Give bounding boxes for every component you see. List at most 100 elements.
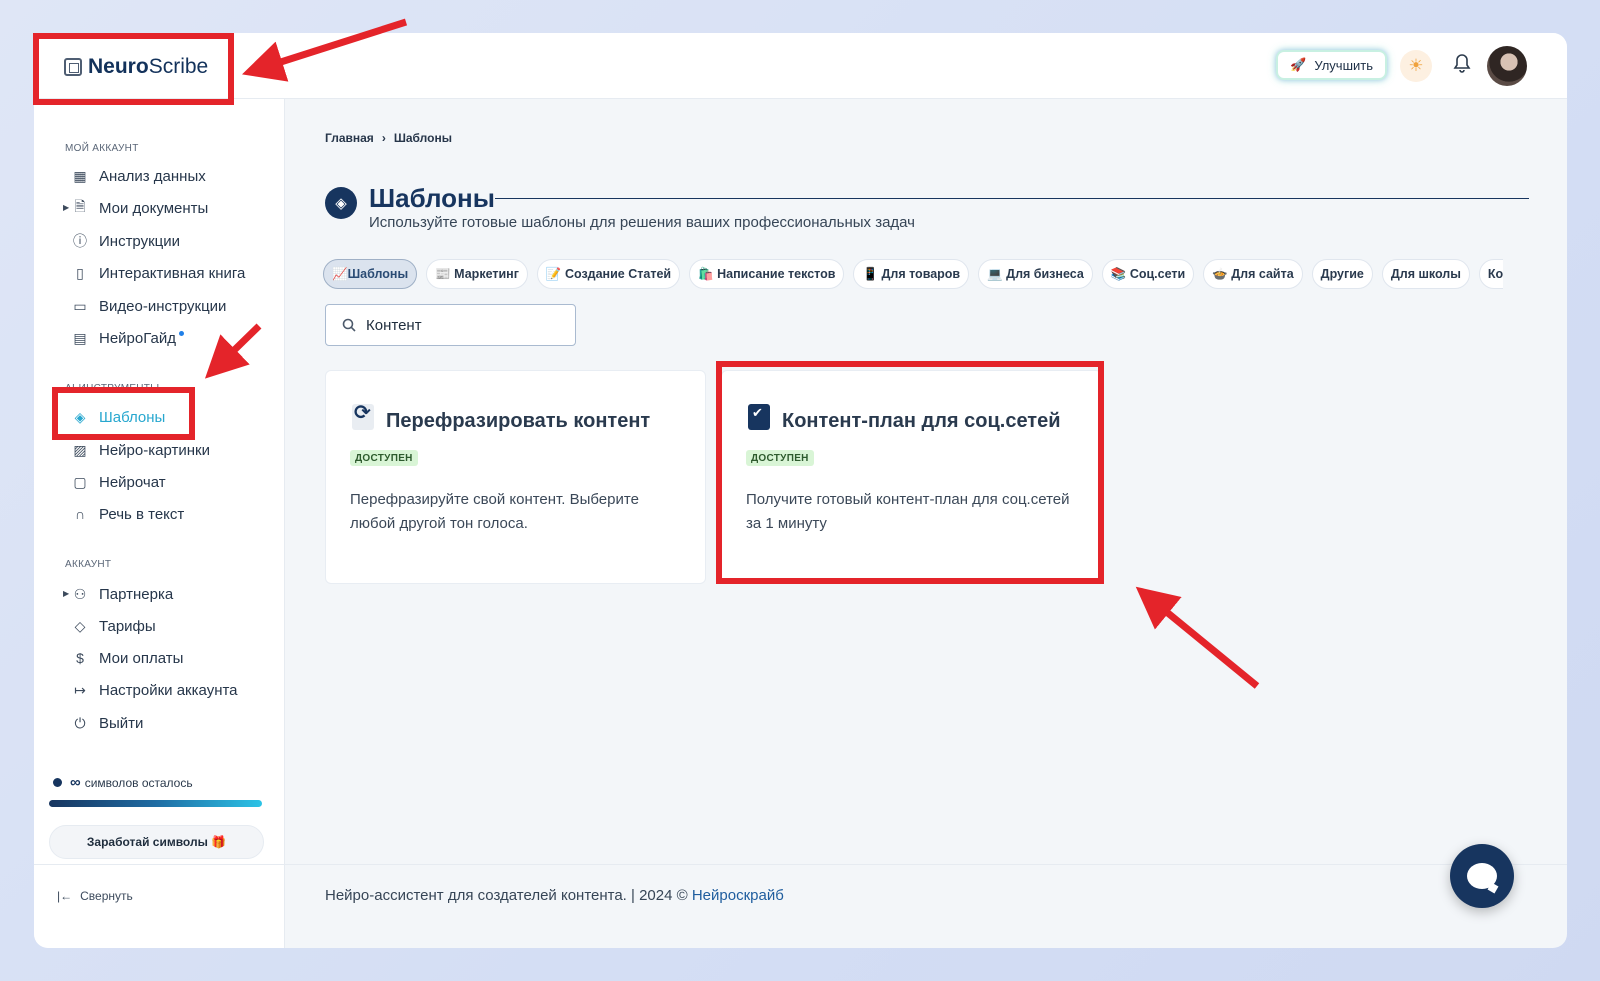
sidebar-divider xyxy=(34,864,284,865)
card-title: Перефразировать контент xyxy=(386,410,651,432)
dollar-icon: $ xyxy=(76,650,84,666)
expand-caret-icon[interactable]: ▶ xyxy=(63,203,69,212)
support-chat-button[interactable] xyxy=(1450,844,1514,908)
notifications-button[interactable] xyxy=(1453,53,1471,78)
sidebar-item-interactive-book[interactable]: ▯ Интерактивная книга xyxy=(72,262,245,284)
search-input[interactable] xyxy=(366,316,546,334)
template-card-content-plan[interactable]: ✔ Контент-план для соц.сетей ДОСТУПЕН По… xyxy=(721,370,1102,584)
chip-school[interactable]: Для школы xyxy=(1381,259,1470,289)
chip-other[interactable]: Другие xyxy=(1311,259,1373,289)
chip-templates[interactable]: 📈Шаблоны xyxy=(323,259,418,289)
chip-marketing[interactable]: 📰 Маркетинг xyxy=(426,259,528,289)
sidebar-item-video[interactable]: ▭ Видео-инструкции xyxy=(72,295,226,317)
card-title: Контент-план для соц.сетей xyxy=(782,410,1061,432)
sidebar-item-label: Интерактивная книга xyxy=(99,264,246,282)
page-subtitle: Используйте готовые шаблоны для решения … xyxy=(369,214,915,231)
chip-writing[interactable]: 🛍️ Написание текстов xyxy=(689,259,845,289)
upgrade-label: Улучшить xyxy=(1314,57,1373,73)
breadcrumb: Главная › Шаблоны xyxy=(325,131,452,145)
logo-icon xyxy=(64,58,82,76)
breadcrumb-separator-icon: › xyxy=(381,131,386,145)
sidebar: МОЙ АККАУНТ ▦ Анализ данных ▶ 🗎 Мои доку… xyxy=(34,99,285,948)
main-content: Главная › Шаблоны ◈ Шаблоны Используйте … xyxy=(285,99,1567,948)
sidebar-item-analytics[interactable]: ▦ Анализ данных xyxy=(72,165,205,187)
footer-divider xyxy=(285,864,1567,865)
logout-icon: ↦ xyxy=(74,681,86,698)
section-account: АККАУНТ xyxy=(65,559,112,570)
sidebar-item-label: Тарифы xyxy=(99,617,156,635)
sidebar-item-label: Партнерка xyxy=(99,585,174,603)
sidebar-item-payments[interactable]: $ Мои оплаты xyxy=(72,647,183,669)
theme-toggle-button[interactable]: ☀ xyxy=(1400,50,1432,82)
headphones-icon: ∩ xyxy=(74,506,86,522)
section-my-account: МОЙ АККАУНТ xyxy=(65,143,139,154)
refresh-icon: ⟳ xyxy=(352,402,374,430)
sun-icon: ☀ xyxy=(1408,56,1424,75)
video-icon: ▭ xyxy=(73,297,87,314)
tag-icon: ◇ xyxy=(74,617,86,634)
search-icon xyxy=(342,318,356,332)
logo-text-rest: Scribe xyxy=(148,55,209,78)
expand-caret-icon[interactable]: ▶ xyxy=(63,589,69,598)
sidebar-item-documents[interactable]: 🗎 Мои документы xyxy=(72,197,208,219)
checkbox-icon: ✔ xyxy=(748,404,770,430)
sidebar-item-label: Видео-инструкции xyxy=(99,297,227,315)
sidebar-item-label: Нейрочат xyxy=(99,473,166,491)
sidebar-item-logout[interactable]: ⏻ Выйти xyxy=(72,712,143,734)
template-card-paraphrase[interactable]: ⟳ Перефразировать контент ДОСТУПЕН Переф… xyxy=(325,370,706,584)
sidebar-item-partners[interactable]: ⚇ Партнерка xyxy=(72,583,174,605)
sidebar-item-label: Шаблоны xyxy=(99,408,166,426)
breadcrumb-current: Шаблоны xyxy=(393,131,452,145)
chip-copy[interactable]: Копи xyxy=(1478,259,1503,289)
footer-link[interactable]: Нейроскрайб xyxy=(692,887,784,904)
sidebar-item-neurochat[interactable]: ▢ Нейрочат xyxy=(72,471,166,493)
collapse-sidebar-button[interactable]: |← Свернуть xyxy=(57,889,133,903)
chip-business[interactable]: 💻 Для бизнеса xyxy=(978,259,1093,289)
infinity-symbol: ∞ xyxy=(70,774,81,791)
chip-website[interactable]: 🍲 Для сайта xyxy=(1203,259,1303,289)
sidebar-item-label: Речь в текст xyxy=(99,505,185,523)
chip-products[interactable]: 📱 Для товаров xyxy=(853,259,970,289)
sidebar-item-tariffs[interactable]: ◇ Тарифы xyxy=(72,615,156,637)
sidebar-item-neuro-images[interactable]: ▨ Нейро-картинки xyxy=(72,439,210,461)
sidebar-item-account-settings[interactable]: ↦ Настройки аккаунта xyxy=(72,679,237,701)
app-window: NeuroScribe 🚀 Улучшить ☀ МОЙ АККАУНТ ▦ А… xyxy=(34,33,1567,948)
footer-text: Нейро-ассистент для создателей контента.… xyxy=(325,887,692,904)
title-divider xyxy=(495,198,1529,199)
rocket-icon: 🚀 xyxy=(1290,57,1307,72)
sidebar-item-label: Мои оплаты xyxy=(99,649,184,667)
earn-credits-button[interactable]: Заработай символы 🎁 xyxy=(49,825,264,859)
top-bar: NeuroScribe 🚀 Улучшить ☀ xyxy=(34,33,1567,99)
sidebar-item-instructions[interactable]: ⓘ Инструкции xyxy=(72,230,180,252)
logo[interactable]: NeuroScribe xyxy=(64,55,208,79)
new-dot-badge xyxy=(179,330,184,336)
section-ai-tools: AI-ИНСТРУМЕНТЫ xyxy=(65,383,160,394)
credits-text: символов осталось xyxy=(84,775,193,790)
power-icon: ⏻ xyxy=(74,714,86,731)
sidebar-item-templates[interactable]: ◈ Шаблоны xyxy=(72,406,166,428)
sidebar-item-label: Мои документы xyxy=(99,199,209,217)
chip-social[interactable]: 📚 Соц.сети xyxy=(1101,259,1195,289)
sidebar-item-neuroguide[interactable]: ▤ НейроГайд xyxy=(72,327,184,349)
layers-icon: ◈ xyxy=(325,187,357,219)
sidebar-item-label: НейроГайд xyxy=(99,329,176,347)
chip-articles[interactable]: 📝 Создание Статей xyxy=(536,259,681,289)
guide-icon: ▤ xyxy=(73,329,87,346)
sidebar-item-speech-to-text[interactable]: ∩ Речь в текст xyxy=(72,503,184,525)
bell-icon xyxy=(1453,54,1471,73)
category-chips: 📈Шаблоны 📰 Маркетинг 📝 Создание Статей 🛍… xyxy=(323,259,1503,291)
document-icon: 🗎 xyxy=(74,198,86,214)
sidebar-item-label: Нейро-картинки xyxy=(99,441,210,459)
breadcrumb-home[interactable]: Главная xyxy=(325,131,374,145)
page-title: Шаблоны xyxy=(369,183,495,213)
help-icon: ⓘ xyxy=(73,233,87,249)
upgrade-button[interactable]: 🚀 Улучшить xyxy=(1276,50,1387,80)
credits-status: ∞ символов осталось xyxy=(53,774,193,791)
user-avatar[interactable] xyxy=(1487,46,1527,86)
search-box xyxy=(325,304,576,346)
image-icon: ▨ xyxy=(73,441,87,458)
credits-progress-bar xyxy=(49,800,262,807)
logo-text-bold: Neuro xyxy=(88,55,149,78)
collapse-icon: |← xyxy=(57,889,73,903)
layers-icon: ◈ xyxy=(74,408,86,425)
